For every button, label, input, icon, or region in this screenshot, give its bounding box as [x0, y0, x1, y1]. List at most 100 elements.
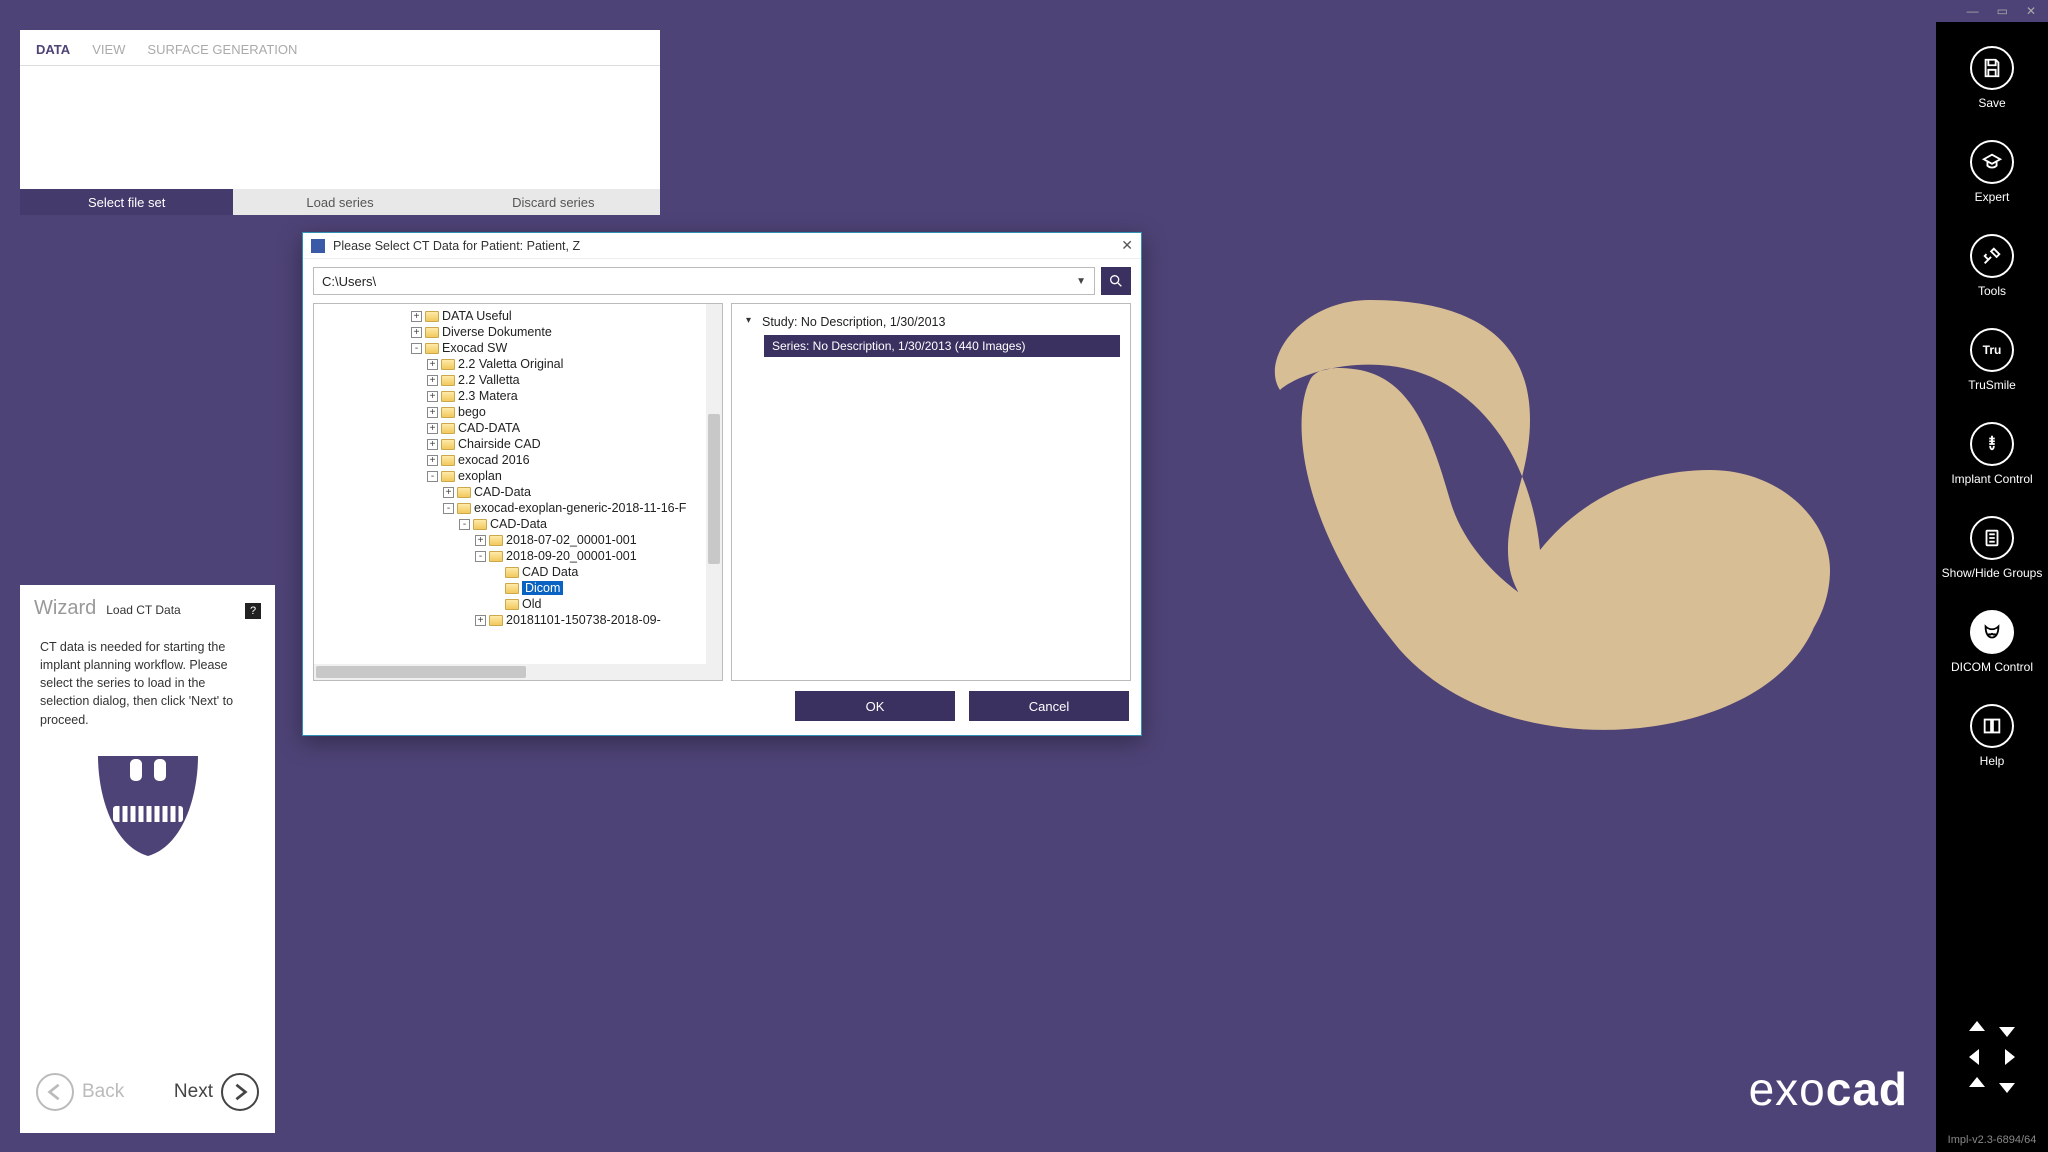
tree-item[interactable]: CAD Data: [324, 564, 718, 580]
wizard-next-button[interactable]: Next: [174, 1073, 259, 1111]
arrow-down-icon[interactable]: [1993, 1072, 2021, 1098]
arrow-down-right-icon[interactable]: [1993, 1016, 2021, 1042]
tree-item[interactable]: +CAD-DATA: [324, 420, 718, 436]
wizard-description: CT data is needed for starting the impla…: [40, 638, 255, 729]
tab-surface-generation[interactable]: SURFACE GENERATION: [147, 42, 297, 65]
tree-item[interactable]: Dicom: [324, 580, 718, 596]
save-icon: [1981, 57, 2003, 79]
wizard-help-button[interactable]: ?: [245, 603, 261, 619]
tree-item[interactable]: -2018-09-20_00001-001: [324, 548, 718, 564]
folder-icon: [441, 359, 455, 370]
tree-item[interactable]: - exocad-exoplan-generic-2018-11-16-F: [324, 500, 718, 516]
tree-item[interactable]: +bego: [324, 404, 718, 420]
tree-item-label: CAD-Data: [490, 517, 547, 531]
trusmile-button[interactable]: TruTruSmile: [1968, 328, 2016, 392]
select-file-set-button[interactable]: Select file set: [20, 189, 233, 215]
tree-hscrollbar[interactable]: [314, 664, 706, 680]
discard-series-button[interactable]: Discard series: [447, 189, 660, 215]
arrow-left-icon[interactable]: [1963, 1044, 1991, 1070]
expand-icon[interactable]: +: [427, 407, 438, 418]
study-item[interactable]: Study: No Description, 1/30/2013: [742, 312, 1120, 332]
search-button[interactable]: [1101, 267, 1131, 295]
dicom-control-button[interactable]: DICOM Control: [1951, 610, 2033, 674]
path-input[interactable]: C:\Users\▼: [313, 267, 1095, 295]
folder-tree[interactable]: +DATA Useful+Diverse Dokumente-Exocad SW…: [313, 303, 723, 681]
search-icon: [1108, 273, 1124, 289]
tree-vscrollbar[interactable]: [706, 304, 722, 680]
show-hide-groups-button[interactable]: Show/Hide Groups: [1942, 516, 2043, 580]
collapse-icon[interactable]: -: [475, 551, 486, 562]
tree-item[interactable]: -Exocad SW: [324, 340, 718, 356]
expand-icon[interactable]: +: [475, 615, 486, 626]
expand-icon[interactable]: +: [427, 455, 438, 466]
wizard-title: Wizard: [34, 597, 96, 620]
folder-icon: [441, 375, 455, 386]
view-arrows: [1963, 1016, 2021, 1098]
tree-item[interactable]: +Chairside CAD: [324, 436, 718, 452]
collapse-icon[interactable]: -: [427, 471, 438, 482]
tree-item[interactable]: Old: [324, 596, 718, 612]
tree-item[interactable]: +2.3 Matera: [324, 388, 718, 404]
tree-item[interactable]: +CAD-Data: [324, 484, 718, 500]
expand-icon[interactable]: +: [411, 311, 422, 322]
expand-icon[interactable]: +: [427, 391, 438, 402]
arrow-up-icon[interactable]: [1963, 1072, 1991, 1098]
window-close-icon[interactable]: ✕: [2026, 4, 2036, 18]
expand-icon[interactable]: +: [427, 423, 438, 434]
collapse-icon[interactable]: -: [459, 519, 470, 530]
help-button[interactable]: Help: [1970, 704, 2014, 768]
trusmile-icon: Tru: [1983, 343, 2002, 357]
implant-control-button[interactable]: Implant Control: [1951, 422, 2032, 486]
wizard-back-button[interactable]: Back: [36, 1073, 124, 1111]
expand-icon[interactable]: +: [443, 487, 454, 498]
tree-item-label: 2.3 Matera: [458, 389, 518, 403]
tab-data[interactable]: DATA: [36, 42, 70, 65]
arrow-up-left-icon[interactable]: [1963, 1016, 1991, 1042]
dicom-icon: [1981, 621, 2003, 643]
tree-item[interactable]: +exocad 2016: [324, 452, 718, 468]
tree-item[interactable]: - CAD-Data: [324, 516, 718, 532]
tree-item-label: CAD Data: [522, 565, 578, 579]
data-panel: DATA VIEW SURFACE GENERATION Select file…: [20, 30, 660, 215]
3d-viewport[interactable]: [1220, 270, 1860, 770]
tree-item-label: Old: [522, 597, 541, 611]
load-series-button[interactable]: Load series: [233, 189, 446, 215]
chevron-down-icon[interactable]: ▼: [1076, 276, 1086, 287]
folder-icon: [489, 551, 503, 562]
window-minimize-icon[interactable]: —: [1967, 4, 1979, 18]
tree-item-label: 2018-07-02_00001-001: [506, 533, 637, 547]
arrow-right-icon: [231, 1083, 249, 1101]
tree-item[interactable]: - exoplan: [324, 468, 718, 484]
folder-icon: [505, 583, 519, 594]
expert-button[interactable]: Expert: [1970, 140, 2014, 204]
tree-item[interactable]: +2018-07-02_00001-001: [324, 532, 718, 548]
series-item[interactable]: Series: No Description, 1/30/2013 (440 I…: [764, 335, 1120, 357]
tree-item[interactable]: +DATA Useful: [324, 308, 718, 324]
groups-icon: [1981, 527, 2003, 549]
expand-icon[interactable]: +: [427, 359, 438, 370]
tree-item-label: exoplan: [458, 469, 502, 483]
ok-button[interactable]: OK: [795, 691, 955, 721]
tab-view[interactable]: VIEW: [92, 42, 125, 65]
expand-icon[interactable]: +: [411, 327, 422, 338]
tree-item[interactable]: + Diverse Dokumente: [324, 324, 718, 340]
expand-icon[interactable]: +: [427, 439, 438, 450]
collapse-icon[interactable]: -: [443, 503, 454, 514]
dialog-close-button[interactable]: ✕: [1121, 237, 1133, 254]
folder-icon: [489, 535, 503, 546]
cancel-button[interactable]: Cancel: [969, 691, 1129, 721]
tools-button[interactable]: Tools: [1970, 234, 2014, 298]
tree-item-label: Diverse Dokumente: [442, 325, 552, 339]
expand-icon[interactable]: +: [427, 375, 438, 386]
tree-item[interactable]: +2.2 Valetta Original: [324, 356, 718, 372]
tree-item[interactable]: +20181101-150738-2018-09-: [324, 612, 718, 628]
tree-item[interactable]: +2.2 Valletta: [324, 372, 718, 388]
save-button[interactable]: Save: [1970, 46, 2014, 110]
expand-icon[interactable]: +: [475, 535, 486, 546]
folder-icon: [457, 487, 471, 498]
arrow-right-icon[interactable]: [1993, 1044, 2021, 1070]
collapse-icon[interactable]: -: [411, 343, 422, 354]
version-label: Impl-v2.3-6894/64: [1948, 1134, 2037, 1146]
tree-item-label: exocad-exoplan-generic-2018-11-16-F: [474, 501, 686, 515]
window-maximize-icon[interactable]: ▭: [1997, 4, 2008, 18]
